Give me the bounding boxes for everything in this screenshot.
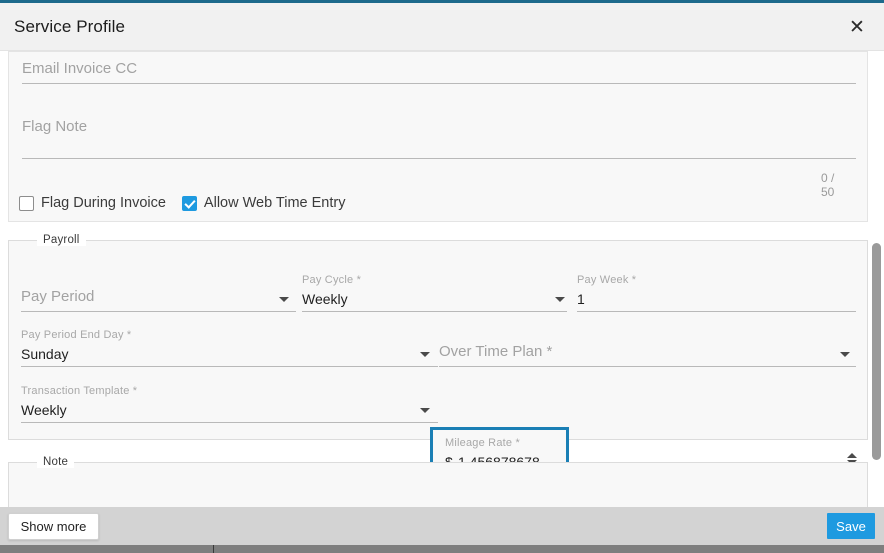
checkbox-box-unchecked-icon[interactable] (19, 195, 34, 211)
chevron-down-icon[interactable] (420, 352, 430, 357)
dialog-scrollbar-track[interactable] (869, 51, 884, 507)
checkbox-flag-during-invoice-label: Flag During Invoice (41, 195, 166, 211)
pay-week-value: 1 (577, 291, 585, 307)
dialog-scrollbar-thumb[interactable] (872, 243, 881, 460)
email-invoice-cc-underline (22, 83, 856, 84)
checkbox-row: Flag During Invoice Allow Web Time Entry (19, 195, 345, 211)
pay-week-underline (577, 311, 856, 312)
pay-period-end-day-value: Sunday (21, 346, 69, 362)
transaction-template-underline (21, 422, 438, 423)
flag-note-placeholder: Flag Note (22, 118, 88, 135)
chevron-down-icon[interactable] (420, 408, 430, 413)
pay-week-label: Pay Week * (577, 274, 637, 286)
checkbox-allow-web-time-entry[interactable]: Allow Web Time Entry (181, 195, 346, 211)
save-button[interactable]: Save (827, 513, 875, 539)
chevron-down-icon[interactable] (840, 352, 850, 357)
checkbox-box-checked-icon[interactable] (181, 195, 197, 211)
over-time-plan-underline (439, 366, 856, 367)
note-fieldset[interactable]: Note (8, 456, 868, 507)
flag-note-char-counter: 0 / 50 (821, 171, 835, 199)
invoice-flags-panel: Email Invoice CC Flag Note 0 / 50 Flag D… (8, 51, 868, 222)
over-time-plan-placeholder: Over Time Plan * (439, 343, 553, 360)
pay-period-end-day-underline (21, 366, 438, 367)
pay-cycle-label: Pay Cycle * (302, 274, 362, 286)
dialog-header: Service Profile ✕ (0, 3, 884, 51)
note-legend: Note (37, 456, 75, 468)
pay-period-underline (21, 311, 296, 312)
checkbox-flag-during-invoice[interactable]: Flag During Invoice (19, 195, 166, 211)
show-more-button[interactable]: Show more (8, 513, 99, 540)
mileage-rate-label: Mileage Rate * (445, 437, 520, 449)
stepper-up-icon[interactable] (846, 453, 857, 458)
payroll-legend: Payroll (37, 234, 86, 246)
os-taskbar-strip (0, 545, 884, 553)
service-profile-dialog: Service Profile ✕ Email Invoice CC Flag … (0, 0, 884, 553)
flag-note-underline (22, 158, 856, 159)
dialog-footer: Show more Save (0, 507, 884, 545)
chevron-down-icon[interactable] (279, 297, 289, 302)
chevron-down-icon[interactable] (555, 297, 565, 302)
payroll-fieldset: Payroll Pay Period Pay Cycle * Weekly Pa… (8, 234, 868, 483)
pay-cycle-value: Weekly (302, 291, 348, 307)
transaction-template-label: Transaction Template * (21, 385, 138, 397)
pay-cycle-underline (302, 311, 567, 312)
pay-period-placeholder: Pay Period (21, 288, 95, 305)
close-icon[interactable]: ✕ (844, 14, 870, 40)
email-invoice-cc-placeholder: Email Invoice CC (22, 60, 138, 77)
pay-period-end-day-label: Pay Period End Day * (21, 329, 132, 341)
transaction-template-value: Weekly (21, 402, 67, 418)
dialog-body: Email Invoice CC Flag Note 0 / 50 Flag D… (0, 51, 884, 507)
checkbox-allow-web-time-entry-label: Allow Web Time Entry (203, 195, 346, 211)
page-title: Service Profile (14, 17, 126, 36)
taskbar-divider (213, 545, 214, 553)
